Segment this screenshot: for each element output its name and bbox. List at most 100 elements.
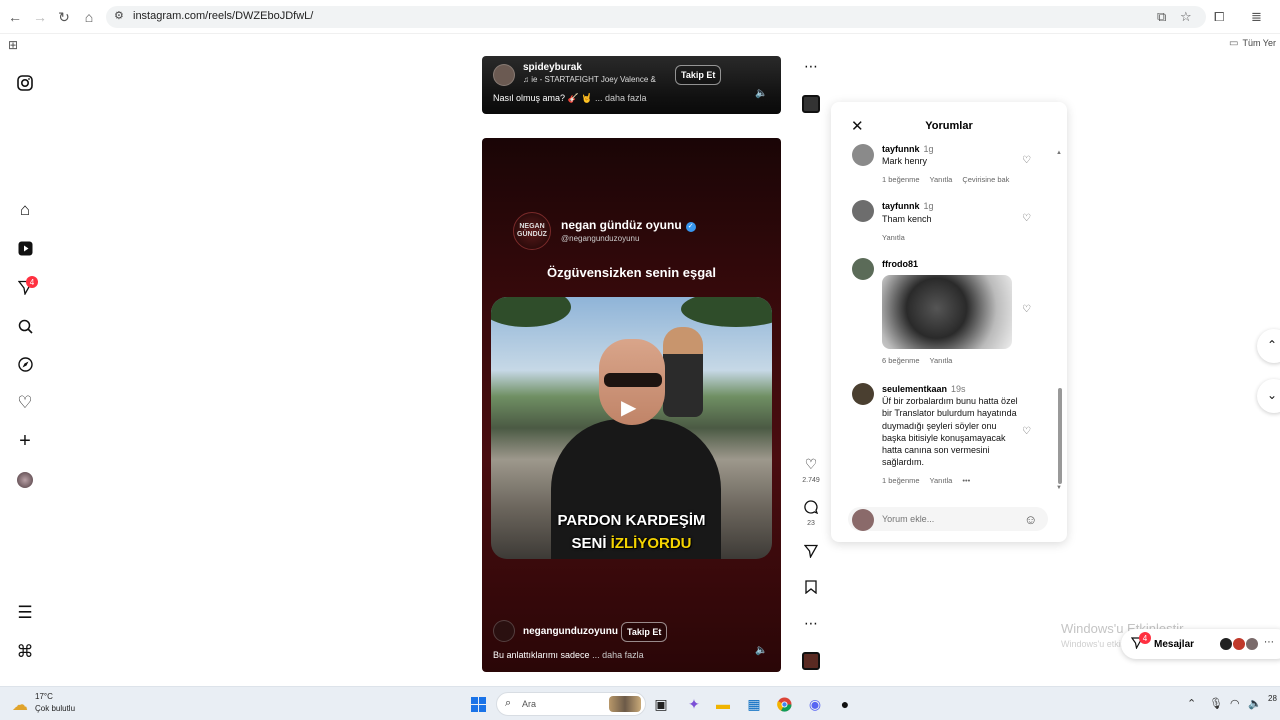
- username[interactable]: seulementkaan: [882, 384, 947, 394]
- profile-avatar[interactable]: [14, 469, 36, 491]
- previous-reel[interactable]: spideyburak ♫ ie - STARTAFIGHT Joey Vale…: [482, 56, 781, 114]
- reply-link[interactable]: Yanıtla: [930, 175, 953, 184]
- username[interactable]: tayfunnk: [882, 201, 920, 211]
- more-options-icon[interactable]: ⋯: [801, 58, 821, 75]
- reel-caption[interactable]: Nasıl olmuş ama? 🎸 🤘 ... daha fazla: [493, 93, 647, 104]
- save-bookmark-icon[interactable]: [801, 580, 821, 597]
- reel-author-name[interactable]: spideyburak: [523, 62, 582, 73]
- reload-icon[interactable]: ↻: [56, 9, 72, 25]
- reel-author-name[interactable]: negangunduzoyunu: [523, 626, 618, 637]
- previous-reel-button[interactable]: ⌃: [1257, 329, 1280, 363]
- volume-icon[interactable]: 🔈: [755, 645, 767, 656]
- commenter-name[interactable]: seulementkaan 19s: [882, 384, 966, 394]
- follow-button[interactable]: Takip Et: [621, 622, 668, 642]
- share-icon[interactable]: [801, 544, 821, 561]
- more-apps-icon[interactable]: ⌘: [14, 641, 36, 663]
- taskbar-search[interactable]: ⌕ Ara: [496, 692, 646, 716]
- home-icon[interactable]: ⌂: [14, 199, 36, 221]
- username[interactable]: tayfunnk: [882, 144, 920, 154]
- task-view-icon[interactable]: ▣: [652, 695, 670, 713]
- store-icon[interactable]: ▦: [745, 695, 763, 713]
- translate-link[interactable]: Çevirisine bak: [962, 175, 1009, 184]
- wifi-icon[interactable]: ◠: [1230, 697, 1240, 710]
- weather-description[interactable]: Çok bulutlu: [35, 704, 75, 713]
- follow-button[interactable]: Takip Et: [675, 65, 722, 85]
- comment-icon[interactable]: [801, 500, 821, 517]
- comment-options-icon[interactable]: •••: [962, 476, 970, 485]
- like-count[interactable]: 1 beğenme: [882, 476, 920, 485]
- reel-author-avatar[interactable]: [493, 620, 515, 642]
- scroll-down-arrow-icon[interactable]: ▼: [1056, 485, 1062, 491]
- reel-audio-label[interactable]: ♫ ie - STARTAFIGHT Joey Valence &: [523, 75, 656, 84]
- comment-image[interactable]: [882, 275, 1012, 349]
- volume-icon[interactable]: 🔈: [1248, 697, 1262, 710]
- commenter-avatar[interactable]: [852, 383, 874, 405]
- url-text[interactable]: instagram.com/reels/DWZEboJDfwL/: [133, 10, 313, 22]
- create-plus-icon[interactable]: +: [14, 430, 36, 452]
- like-count[interactable]: 6 beğenme: [882, 356, 920, 365]
- weather-icon[interactable]: ☁: [12, 695, 28, 715]
- comment-input[interactable]: [882, 514, 1012, 524]
- forward-icon[interactable]: →: [32, 9, 48, 25]
- menu-icon[interactable]: ☰: [14, 602, 36, 624]
- commenter-avatar[interactable]: [852, 200, 874, 222]
- all-bookmarks-folder[interactable]: ▭ Tüm Yer: [1229, 38, 1276, 49]
- site-settings-icon[interactable]: ⚙: [114, 9, 124, 22]
- reading-list-icon[interactable]: ≣: [1251, 9, 1262, 25]
- bookmark-star-icon[interactable]: ☆: [1180, 9, 1192, 25]
- more-options-icon[interactable]: ⋯: [801, 615, 821, 632]
- microphone-icon[interactable]: 🎙: [1209, 697, 1223, 710]
- apps-grid-icon[interactable]: ⊞: [8, 38, 18, 52]
- video-frame[interactable]: ▶ PARDON KARDEŞİM SENİ İZLİYORDU: [491, 297, 772, 559]
- clock[interactable]: 28: [1268, 694, 1277, 703]
- play-icon[interactable]: ▶: [621, 395, 636, 420]
- volume-icon[interactable]: 🔈: [755, 88, 767, 99]
- commenter-avatar[interactable]: [852, 144, 874, 166]
- reel-author-avatar[interactable]: [493, 64, 515, 86]
- commenter-name[interactable]: tayfunnk 1g: [882, 201, 934, 211]
- discord-icon[interactable]: ◉: [806, 695, 824, 713]
- audio-thumbnail[interactable]: [802, 652, 820, 670]
- app-icon[interactable]: ●: [836, 695, 854, 713]
- emoji-icon[interactable]: ☺: [1024, 512, 1037, 527]
- reply-link[interactable]: Yanıtla: [882, 233, 905, 242]
- like-icon[interactable]: ♡: [801, 456, 821, 473]
- username[interactable]: ffrodo81: [882, 259, 918, 269]
- reply-link[interactable]: Yanıtla: [930, 356, 953, 365]
- explore-icon[interactable]: [14, 353, 36, 375]
- extensions-icon[interactable]: ⧠: [1214, 9, 1224, 25]
- home-icon[interactable]: ⌂: [81, 9, 97, 25]
- copilot-icon[interactable]: ✦: [685, 695, 703, 713]
- back-icon[interactable]: ←: [7, 9, 23, 25]
- messages-pill[interactable]: 4 Mesajlar ⋯: [1121, 629, 1280, 659]
- address-bar[interactable]: ⚙ instagram.com/reels/DWZEboJDfwL/: [106, 6, 1206, 28]
- comment-like-icon[interactable]: ♡: [1022, 426, 1031, 437]
- search-icon[interactable]: [14, 315, 36, 337]
- comment-like-icon[interactable]: ♡: [1022, 304, 1031, 315]
- comment-like-icon[interactable]: ♡: [1022, 155, 1031, 166]
- next-reel-button[interactable]: ⌄: [1257, 379, 1280, 413]
- commenter-name[interactable]: tayfunnk 1g: [882, 144, 934, 154]
- like-count[interactable]: 1 beğenme: [882, 175, 920, 184]
- reel-caption[interactable]: Bu anlattıklarımı sadece ... daha fazla: [493, 650, 644, 660]
- comments-scrollbar[interactable]: [1058, 388, 1062, 484]
- audio-thumbnail[interactable]: [802, 95, 820, 113]
- more-options-icon[interactable]: ⋯: [1264, 637, 1274, 648]
- weather-temperature[interactable]: 17°C: [35, 692, 53, 701]
- commenter-name[interactable]: ffrodo81: [882, 259, 918, 269]
- tray-overflow-icon[interactable]: ⌃: [1187, 697, 1196, 710]
- notification-badge: 4: [1139, 632, 1151, 644]
- scroll-up-arrow-icon[interactable]: ▲: [1056, 150, 1062, 156]
- reply-link[interactable]: Yanıtla: [930, 476, 953, 485]
- reels-icon[interactable]: [14, 237, 36, 259]
- more-link[interactable]: ... daha fazla: [595, 93, 647, 103]
- chrome-icon[interactable]: [775, 695, 793, 713]
- install-app-icon[interactable]: ⧉: [1157, 9, 1166, 25]
- file-explorer-icon[interactable]: ▬: [714, 695, 732, 713]
- commenter-avatar[interactable]: [852, 258, 874, 280]
- heart-icon[interactable]: ♡: [14, 392, 36, 414]
- windows-start-icon[interactable]: [469, 695, 487, 713]
- more-link[interactable]: ... daha fazla: [592, 650, 644, 660]
- instagram-logo-icon[interactable]: [14, 72, 36, 94]
- comment-like-icon[interactable]: ♡: [1022, 213, 1031, 224]
